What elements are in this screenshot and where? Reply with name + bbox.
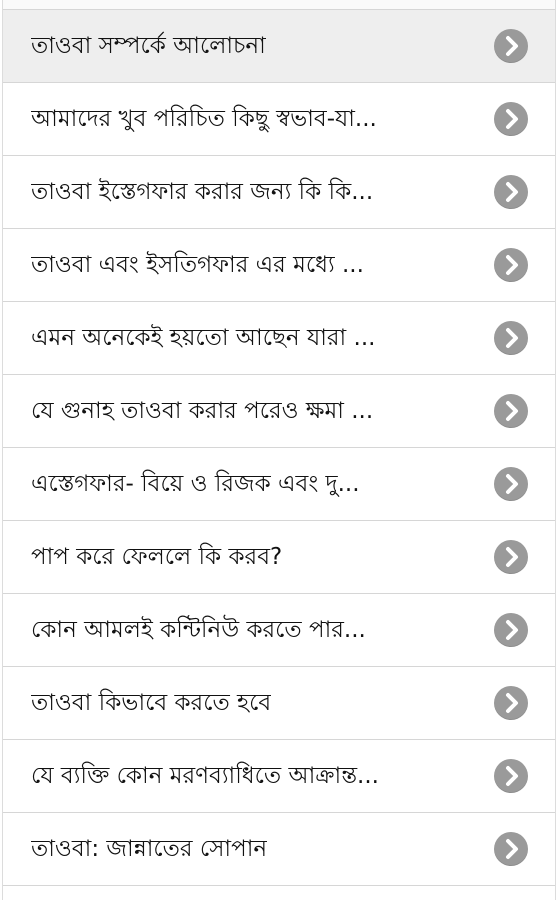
chevron-right-icon[interactable] bbox=[494, 394, 528, 428]
list-item-label: তাওবা: জান্নাতের সোপান bbox=[31, 835, 268, 862]
list-item[interactable]: তাওবা: জান্নাতের সোপান bbox=[3, 813, 555, 886]
list-item[interactable]: আমাদের খুব পরিচিত কিছু স্বভাব-যা... bbox=[3, 83, 555, 156]
list-item-label: এস্তেগফার- বিয়ে ও রিজক এবং দু... bbox=[31, 470, 360, 497]
list-item[interactable]: তাওবা এবং ইসতিগফার এর মধ্যে ... bbox=[3, 229, 555, 302]
list-item-label: তাওবা কিভাবে করতে হবে bbox=[31, 689, 272, 716]
list-item[interactable]: কোন আমলই কন্টিনিউ করতে পার... bbox=[3, 594, 555, 667]
list-item-label: তাওবা সম্পর্কে আলোচনা bbox=[31, 32, 266, 59]
chevron-right-icon[interactable] bbox=[494, 467, 528, 501]
list-item-label: কোন আমলই কন্টিনিউ করতে পার... bbox=[31, 616, 366, 643]
chevron-right-icon[interactable] bbox=[494, 29, 528, 63]
list-item-label: এমন অনেকেই হয়তো আছেন যারা ... bbox=[31, 324, 376, 351]
list-item[interactable]: তাওবা ইস্তেগফার করার জন্য কি কি... bbox=[3, 156, 555, 229]
list-item[interactable]: পাপ করে ফেললে কি করব? bbox=[3, 521, 555, 594]
chevron-right-icon[interactable] bbox=[494, 540, 528, 574]
chevron-right-icon[interactable] bbox=[494, 321, 528, 355]
chevron-right-icon[interactable] bbox=[494, 102, 528, 136]
list-item[interactable]: যে গুনাহ তাওবা করার পরেও ক্ষমা ... bbox=[3, 375, 555, 448]
chevron-right-icon[interactable] bbox=[494, 248, 528, 282]
chevron-right-icon[interactable] bbox=[494, 759, 528, 793]
list-item-label: যে গুনাহ তাওবা করার পরেও ক্ষমা ... bbox=[31, 397, 374, 424]
list-item[interactable]: এস্তেগফার- বিয়ে ও রিজক এবং দু... bbox=[3, 448, 555, 521]
list-item[interactable]: যে ব্যক্তি কোন মরণব্যাধিতে আক্রান্ত... bbox=[3, 740, 555, 813]
topic-list: তাওবা সম্পর্কে আলোচনা আমাদের খুব পরিচিত … bbox=[2, 0, 556, 900]
chevron-right-icon[interactable] bbox=[494, 613, 528, 647]
chevron-right-icon[interactable] bbox=[494, 686, 528, 720]
list-item[interactable]: তাওবা সম্পর্কে আলোচনা bbox=[3, 10, 555, 83]
list-item-label: যে ব্যক্তি কোন মরণব্যাধিতে আক্রান্ত... bbox=[31, 762, 379, 789]
list-item-label: পাপ করে ফেললে কি করব? bbox=[31, 543, 283, 570]
list-item[interactable]: তাওবা কিভাবে করতে হবে bbox=[3, 667, 555, 740]
list-item-label: তাওবা ইস্তেগফার করার জন্য কি কি... bbox=[31, 178, 374, 205]
list-item[interactable]: এমন অনেকেই হয়তো আছেন যারা ... bbox=[3, 302, 555, 375]
list-item-label: তাওবা এবং ইসতিগফার এর মধ্যে ... bbox=[31, 251, 364, 278]
list-top-divider bbox=[3, 0, 555, 10]
chevron-right-icon[interactable] bbox=[494, 832, 528, 866]
list-item-label: আমাদের খুব পরিচিত কিছু স্বভাব-যা... bbox=[31, 105, 377, 132]
chevron-right-icon[interactable] bbox=[494, 175, 528, 209]
